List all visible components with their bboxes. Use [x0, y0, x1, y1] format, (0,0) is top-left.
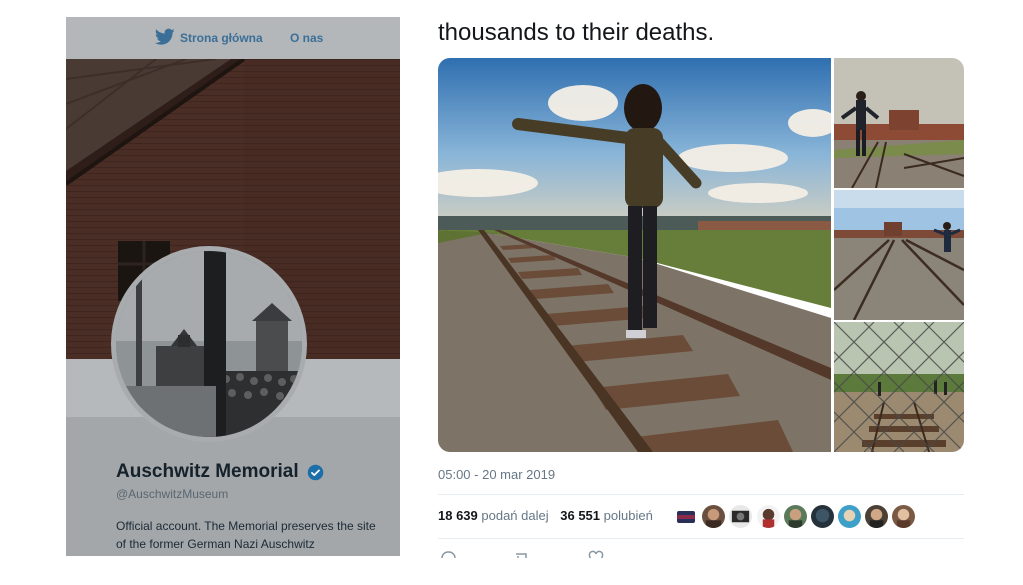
profile-panel: Strona główna O nas Auschwitz Memorial @… — [66, 17, 400, 556]
divider — [438, 494, 964, 495]
liker-avatar[interactable] — [811, 505, 834, 528]
liker-avatar[interactable] — [757, 505, 780, 528]
retweet-icon[interactable] — [513, 550, 531, 558]
twitter-bird-icon[interactable] — [155, 28, 175, 46]
profile-handle[interactable]: @AuschwitzMuseum — [116, 487, 228, 501]
tweet-actions — [438, 550, 738, 558]
man-walking-on-tracks-photo[interactable] — [834, 58, 964, 188]
avatar[interactable] — [111, 246, 307, 442]
woman-on-tracks-photo[interactable] — [834, 190, 964, 320]
retweets-count[interactable]: 18 639 — [438, 508, 478, 523]
liker-avatar[interactable] — [784, 505, 807, 528]
profile-name[interactable]: Auschwitz Memorial — [116, 461, 299, 483]
tweet-media-grid — [438, 58, 964, 452]
tweet-text: thousands to their deaths. — [438, 19, 715, 46]
top-navigation: Strona główna O nas — [66, 17, 400, 59]
liker-avatar[interactable] — [702, 505, 725, 528]
girl-balancing-on-rail-photo[interactable] — [438, 58, 831, 452]
liker-avatar[interactable] — [892, 505, 915, 528]
liker-avatar[interactable] — [677, 511, 695, 523]
reply-icon[interactable] — [440, 550, 456, 558]
likes-label[interactable]: polubień — [604, 508, 653, 523]
liker-avatar[interactable] — [865, 505, 888, 528]
fence-and-tracks-photo[interactable] — [834, 322, 964, 452]
nav-about-link[interactable]: O nas — [290, 31, 323, 45]
liker-avatar[interactable] — [838, 505, 861, 528]
profile-bio: Official account. The Memorial preserves… — [116, 519, 376, 551]
like-icon[interactable] — [588, 550, 604, 558]
nav-home-link[interactable]: Strona główna — [180, 31, 263, 45]
tweet-timestamp[interactable]: 05:00 - 20 mar 2019 — [438, 467, 555, 482]
tweet-stats: 18 639 podań dalej 36 551 polubień — [438, 508, 661, 523]
divider — [438, 538, 964, 539]
likes-count[interactable]: 36 551 — [560, 508, 600, 523]
verified-badge-icon — [307, 464, 324, 481]
retweets-label[interactable]: podań dalej — [481, 508, 548, 523]
liker-avatar[interactable] — [729, 505, 752, 528]
